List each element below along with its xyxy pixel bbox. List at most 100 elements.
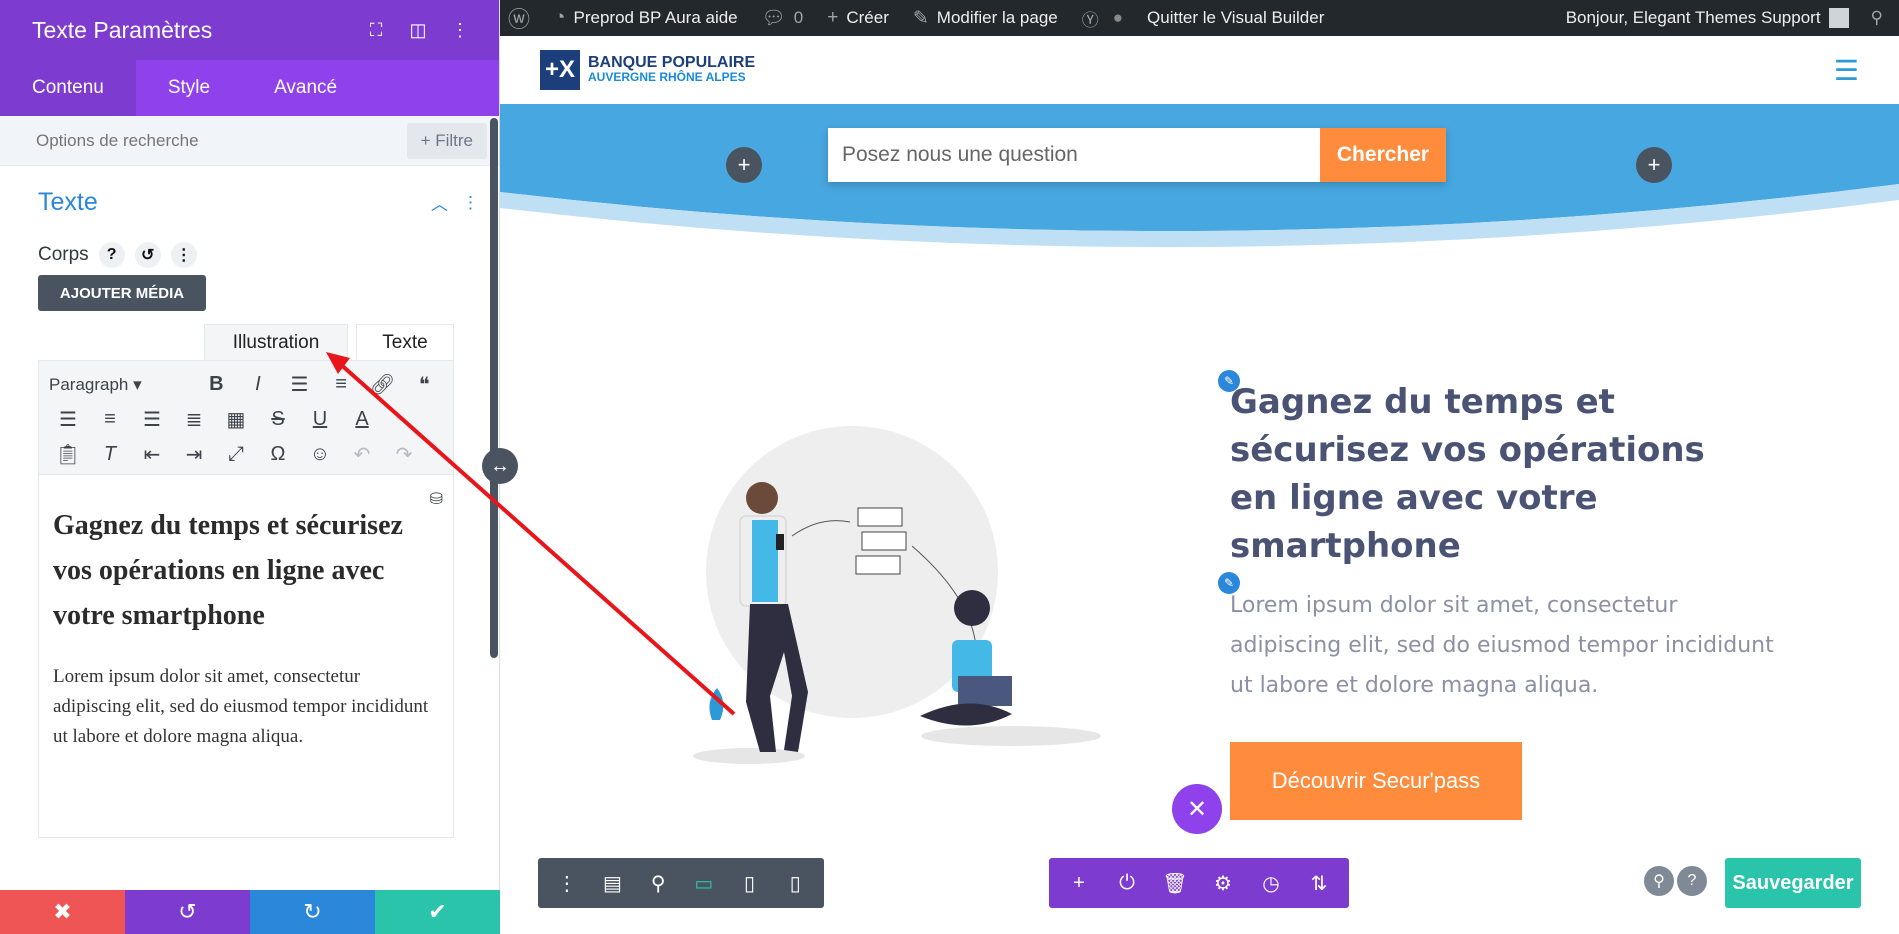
wireframe-icon[interactable]: ▤ xyxy=(590,871,636,896)
indent-icon[interactable]: ⇥ xyxy=(173,442,215,467)
question-input[interactable]: Posez nous une question xyxy=(828,128,1320,182)
undo-button[interactable]: ↺ xyxy=(125,890,250,934)
tab-style[interactable]: Style xyxy=(136,60,242,116)
avatar[interactable] xyxy=(1828,8,1849,28)
edit-page-link[interactable]: ✎ Modifier la page xyxy=(913,7,1058,30)
logo-text[interactable]: BANQUE POPULAIRE AUVERGNE RHÔNE ALPES xyxy=(588,55,755,85)
texte-section-header[interactable]: Texte ︿ ⋮ xyxy=(38,188,479,217)
reset-icon[interactable]: ↺ xyxy=(134,242,161,268)
edit-page-label: Modifier la page xyxy=(936,8,1058,27)
panel-scrollbar[interactable] xyxy=(490,118,498,658)
sort-icon[interactable]: ⇅ xyxy=(1295,871,1343,896)
yoast-icon[interactable]: Ⓨ xyxy=(1082,6,1099,31)
editor-toolbar: Paragraph ▾ B I ☰ ≡ 🔗︎ ❝ ☰ ≡ ☰ ≣ ▦ S U A… xyxy=(39,361,453,475)
confirm-button[interactable]: ✔ xyxy=(375,890,500,934)
fullscreen-icon[interactable]: ⤢ xyxy=(215,443,257,466)
logo-line-2: AUVERGNE RHÔNE ALPES xyxy=(588,70,746,84)
more-options-icon[interactable]: ⋮ xyxy=(462,193,479,213)
zoom-icon[interactable]: ⚲ xyxy=(635,871,681,896)
layout-icon[interactable]: ◫ xyxy=(405,17,431,43)
table-icon[interactable]: ▦ xyxy=(215,407,257,432)
rich-text-editor: Paragraph ▾ B I ☰ ≡ 🔗︎ ❝ ☰ ≡ ☰ ≣ ▦ S U A… xyxy=(38,360,454,838)
search-icon[interactable]: ⚲ xyxy=(1644,866,1674,896)
close-module-icon[interactable]: ✕ xyxy=(1172,784,1222,834)
add-icon[interactable]: + xyxy=(1055,872,1103,895)
align-justify-icon[interactable]: ≣ xyxy=(173,407,215,432)
comment-icon: 💬︎ xyxy=(761,8,786,29)
redo-button[interactable]: ↻ xyxy=(250,890,375,934)
more-options-icon[interactable]: ⋮ xyxy=(447,17,473,43)
quit-builder-link[interactable]: Quitter le Visual Builder xyxy=(1147,8,1324,28)
create-link[interactable]: + Créer xyxy=(827,7,889,29)
add-media-button[interactable]: AJOUTER MÉDIA xyxy=(38,275,206,311)
tab-avance[interactable]: Avancé xyxy=(242,60,369,116)
wordpress-logo-icon[interactable]: ⓦ xyxy=(508,2,530,34)
site-link[interactable]: ◔ Preprod BP Aura aide xyxy=(554,7,738,29)
comments-count: 0 xyxy=(793,8,804,27)
special-char-icon[interactable]: Ω xyxy=(257,443,299,466)
more-options-icon[interactable]: ⋮ xyxy=(544,871,590,896)
seo-status-icon: ● xyxy=(1112,8,1124,27)
trash-icon[interactable]: 🗑︎ xyxy=(1151,871,1199,896)
desktop-view-icon[interactable]: ▭ xyxy=(681,871,727,896)
editor-tab-texte[interactable]: Texte xyxy=(356,324,454,360)
blockquote-icon[interactable]: ❝ xyxy=(403,372,445,397)
phone-view-icon[interactable]: ▯ xyxy=(772,871,818,896)
dynamic-content-icon[interactable]: ⛁ xyxy=(430,489,443,508)
italic-icon[interactable]: I xyxy=(237,373,279,396)
options-search-input[interactable] xyxy=(36,130,407,151)
underline-icon[interactable]: U xyxy=(299,408,341,431)
help-icon[interactable]: ? xyxy=(98,242,125,268)
greeting: Bonjour, Elegant Themes Support xyxy=(1565,8,1821,27)
chevron-up-icon[interactable]: ︿ xyxy=(431,190,448,215)
help-icon[interactable]: ? xyxy=(1677,866,1707,896)
strikethrough-icon[interactable]: S xyxy=(257,408,299,431)
outdent-icon[interactable]: ⇤ xyxy=(131,442,173,467)
more-options-icon[interactable]: ⋮ xyxy=(170,242,197,268)
add-section-right-icon[interactable]: + xyxy=(1636,147,1672,183)
editor-content[interactable]: ⛁ Gagnez du temps et sécurisez vos opéra… xyxy=(39,475,453,752)
comments-link[interactable]: 💬︎ 0 xyxy=(762,6,804,30)
wp-admin-bar: ⓦ ◔ Preprod BP Aura aide 💬︎ 0 + Créer ✎ Modi… xyxy=(500,0,1899,36)
clear-format-icon[interactable]: T xyxy=(89,443,131,466)
undo-icon[interactable]: ↶ xyxy=(341,442,383,467)
expand-icon[interactable]: ⛶ xyxy=(363,17,389,43)
site-header: +X BANQUE POPULAIRE AUVERGNE RHÔNE ALPES… xyxy=(500,36,1899,104)
panel-header: Texte Paramètres ⛶ ◫ ⋮ xyxy=(0,0,499,60)
emoji-icon[interactable]: ☺ xyxy=(299,443,341,466)
options-search-row: + Filtre xyxy=(0,116,499,166)
numbered-list-icon[interactable]: ≡ xyxy=(320,373,362,396)
redo-icon[interactable]: ↷ xyxy=(383,442,425,467)
tablet-view-icon[interactable]: ▯ xyxy=(727,871,773,896)
align-center-icon[interactable]: ≡ xyxy=(89,408,131,431)
discard-button[interactable]: ✖ xyxy=(0,890,125,934)
search-icon[interactable]: ⚲ xyxy=(1871,8,1883,28)
hamburger-menu-icon[interactable]: ☰ xyxy=(1834,54,1859,87)
bullet-list-icon[interactable]: ☰ xyxy=(279,372,321,397)
dashboard-icon: ◔ xyxy=(554,7,566,28)
cta-button[interactable]: Découvrir Secur'pass xyxy=(1230,742,1522,820)
paste-icon[interactable]: 📋︎ xyxy=(47,442,89,467)
bold-icon[interactable]: B xyxy=(196,373,238,396)
editor-tab-illustration[interactable]: Illustration xyxy=(204,324,348,360)
chercher-button[interactable]: Chercher xyxy=(1320,128,1446,182)
tab-contenu[interactable]: Contenu xyxy=(0,60,136,116)
plus-icon: + xyxy=(827,7,839,28)
format-select[interactable]: Paragraph ▾ xyxy=(47,375,196,395)
section-title: Texte xyxy=(38,188,98,216)
power-icon[interactable]: ⏻ xyxy=(1103,872,1151,895)
add-section-left-icon[interactable]: + xyxy=(726,147,762,183)
align-right-icon[interactable]: ☰ xyxy=(131,407,173,432)
logo-mark[interactable]: +X xyxy=(540,50,580,90)
link-icon[interactable]: 🔗︎ xyxy=(362,372,404,397)
history-icon[interactable]: ◷ xyxy=(1247,871,1295,896)
align-left-icon[interactable]: ☰ xyxy=(47,407,89,432)
hero-section: + Posez nous une question Chercher + xyxy=(500,104,1899,284)
save-button[interactable]: Sauvegarder xyxy=(1725,858,1861,908)
gear-icon[interactable]: ⚙ xyxy=(1199,871,1247,896)
account-area[interactable]: Bonjour, Elegant Themes Support ⚲ xyxy=(1566,8,1899,28)
editor-paragraph: Lorem ipsum dolor sit amet, consectetur … xyxy=(53,666,429,747)
text-color-icon[interactable]: A xyxy=(341,408,383,431)
resize-handle-icon[interactable]: ↔ xyxy=(482,448,518,484)
filter-button[interactable]: + Filtre xyxy=(406,122,487,159)
